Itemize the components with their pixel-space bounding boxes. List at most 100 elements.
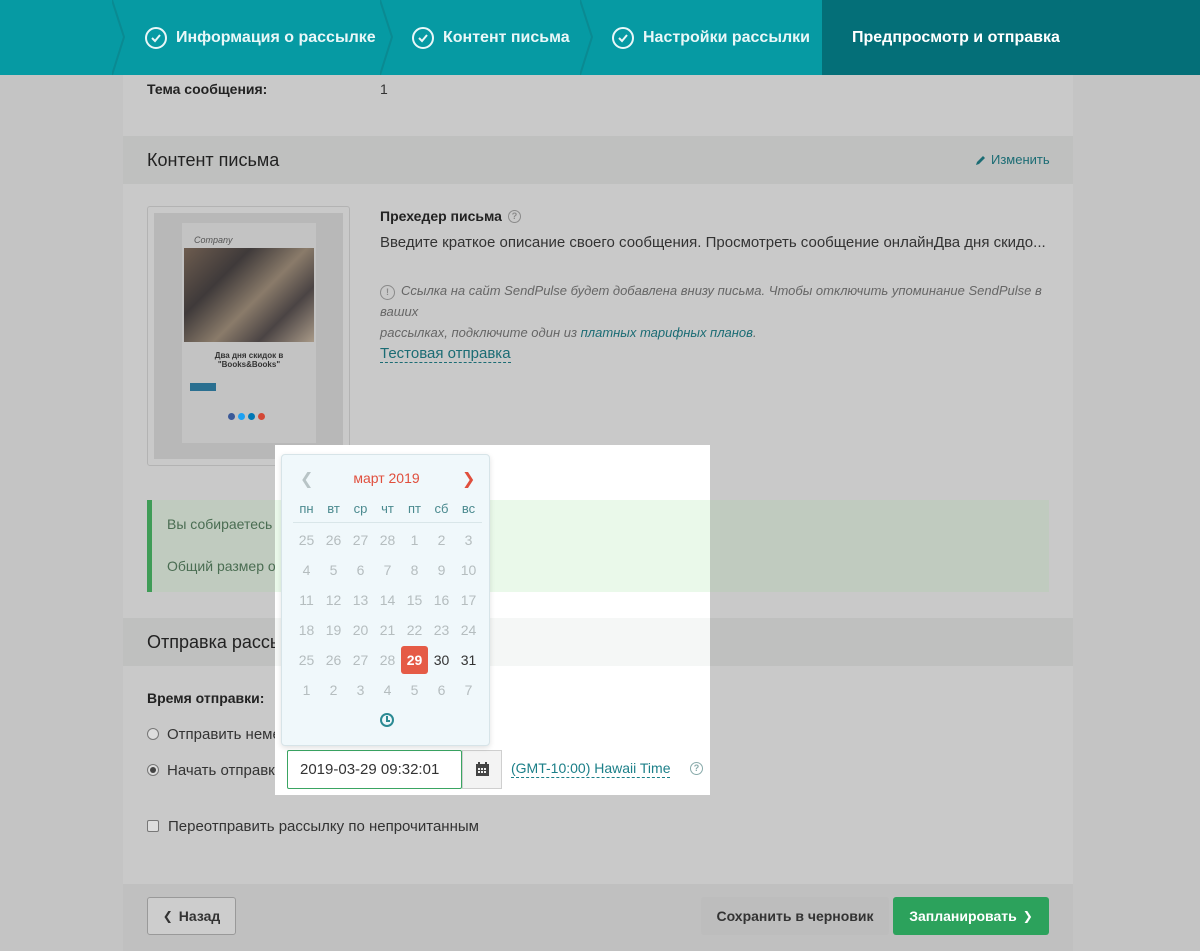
wizard-step-preview[interactable]: Предпросмотр и отправка bbox=[852, 0, 1060, 75]
resend-unread-label: Переотправить рассылку по непрочитанным bbox=[168, 818, 479, 835]
calendar-day: 17 bbox=[460, 592, 477, 608]
calendar-weekday: пт bbox=[408, 501, 421, 516]
schedule-radio[interactable] bbox=[147, 764, 159, 776]
clock-icon[interactable] bbox=[380, 713, 394, 727]
calendar-week-row: 4 5 6 7 8 9 10 bbox=[293, 555, 482, 585]
calendar-day: 26 bbox=[325, 532, 342, 548]
sendpulse-note: ! Ссылка на сайт SendPulse будет добавлен… bbox=[380, 283, 1042, 340]
calendar-day: 24 bbox=[460, 622, 477, 638]
calendar-day: 21 bbox=[379, 622, 396, 638]
calendar-icon bbox=[475, 762, 489, 776]
wizard-step-label: Настройки рассылки bbox=[643, 28, 810, 46]
calendar-day: 9 bbox=[437, 562, 446, 578]
chevron-left-icon: ❮ bbox=[162, 909, 173, 923]
calendar-day: 4 bbox=[302, 562, 311, 578]
preview-image bbox=[184, 248, 314, 342]
calendar-day: 10 bbox=[460, 562, 477, 578]
back-button[interactable]: ❮ Назад bbox=[147, 897, 236, 935]
calendar-day: 25 bbox=[298, 652, 315, 668]
calendar-day[interactable]: 30 bbox=[428, 645, 455, 675]
calendar-day[interactable]: 31 bbox=[455, 645, 482, 675]
send-time-label: Время отправки: bbox=[147, 690, 265, 706]
calendar-day: 26 bbox=[325, 652, 342, 668]
calendar-week-row: 11 12 13 14 15 16 17 bbox=[293, 585, 482, 615]
calendar-day: 7 bbox=[464, 682, 473, 698]
calendar-weekday: пн bbox=[299, 501, 314, 516]
help-icon[interactable]: ? bbox=[507, 209, 521, 223]
calendar-day: 27 bbox=[352, 532, 369, 548]
calendar-day: 13 bbox=[352, 592, 369, 608]
datepicker-popup: март 2019 ❮ ❯ пн вт ср чт пт сб вс 25 26 27 28 1 2 3 4… bbox=[281, 454, 490, 746]
calendar-week-row: 18 19 20 21 22 23 24 bbox=[293, 615, 482, 645]
info-icon: ! bbox=[380, 285, 395, 300]
save-draft-button[interactable]: Сохранить в черновик bbox=[701, 897, 889, 935]
email-preview-thumbnail[interactable]: Company Два дня скидок в "Books&Books" bbox=[147, 206, 350, 466]
schedule-button[interactable]: Запланировать ❯ bbox=[893, 897, 1049, 935]
calendar-day: 5 bbox=[329, 562, 338, 578]
preheader-text: Введите краткое описание своего сообщени… bbox=[380, 234, 1046, 251]
calendar-week-row: 1 2 3 4 5 6 7 bbox=[293, 675, 482, 705]
subject-label: Тема сообщения: bbox=[147, 81, 268, 97]
check-circle-icon bbox=[412, 26, 434, 49]
calendar-day: 1 bbox=[410, 532, 419, 548]
chevron-right-icon: ❯ bbox=[1022, 909, 1033, 923]
preview-button bbox=[190, 383, 216, 391]
calendar-day: 12 bbox=[325, 592, 342, 608]
wizard-step-content[interactable]: Контент письма bbox=[412, 0, 570, 75]
calendar-day: 2 bbox=[329, 682, 338, 698]
send-datetime-input[interactable] bbox=[287, 750, 462, 789]
calendar-day: 23 bbox=[433, 622, 450, 638]
notice-line-1: Вы собираетесь о bbox=[167, 516, 284, 532]
calendar-day: 20 bbox=[352, 622, 369, 638]
calendar-day: 28 bbox=[379, 652, 396, 668]
wizard-step-label: Предпросмотр и отправка bbox=[852, 28, 1060, 46]
chevron-separator bbox=[580, 0, 594, 75]
wizard-bar: Информация о рассылке Контент письма Нас… bbox=[0, 0, 1200, 75]
pencil-icon bbox=[976, 155, 985, 165]
calendar-day: 28 bbox=[379, 532, 396, 548]
send-section-title: Отправка рассы bbox=[147, 631, 283, 652]
calendar-grid: пн вт ср чт пт сб вс 25 26 27 28 1 2 3 4 5 6 7 8 9 10 11 12 13 1… bbox=[293, 495, 482, 705]
calendar-weekday: ср bbox=[353, 501, 368, 516]
wizard-step-settings[interactable]: Настройки рассылки bbox=[612, 0, 810, 75]
calendar-week-row: 25 26 27 28 1 2 3 bbox=[293, 525, 482, 555]
send-now-label: Отправить немед bbox=[167, 726, 290, 743]
calendar-day: 18 bbox=[298, 622, 315, 638]
timezone-help-icon[interactable]: ? bbox=[690, 762, 703, 775]
paid-plans-link[interactable]: платных тарифных планов bbox=[581, 325, 753, 340]
timezone-link[interactable]: (GMT-10:00) Hawaii Time bbox=[511, 760, 671, 778]
calendar-day: 3 bbox=[464, 532, 473, 548]
calendar-weekday: сб bbox=[434, 501, 449, 516]
edit-content-link[interactable]: Изменить bbox=[975, 152, 1050, 167]
calendar-day: 6 bbox=[437, 682, 446, 698]
calendar-day: 4 bbox=[383, 682, 392, 698]
test-send-link[interactable]: Тестовая отправка bbox=[380, 345, 511, 363]
calendar-day: 1 bbox=[302, 682, 311, 698]
calendar-day-selected[interactable]: 29 bbox=[401, 646, 428, 674]
next-month-icon[interactable]: ❯ bbox=[462, 469, 475, 489]
wizard-step-label: Контент письма bbox=[443, 28, 570, 46]
content-section-header: Контент письма bbox=[123, 136, 1073, 184]
chevron-separator bbox=[1070, 0, 1082, 75]
calendar-weekday: чт bbox=[381, 501, 394, 516]
calendar-day: 11 bbox=[299, 592, 314, 608]
preheader-label-row: Прехедер письма ? bbox=[380, 208, 521, 224]
preview-headline: Два дня скидок в "Books&Books" bbox=[214, 351, 284, 369]
resend-unread-checkbox[interactable] bbox=[147, 820, 159, 832]
schedule-label: Начать отправку bbox=[167, 762, 283, 779]
calendar-weekday: вт bbox=[327, 501, 340, 516]
calendar-weekday-row: пн вт ср чт пт сб вс bbox=[293, 495, 482, 523]
subject-value: 1 bbox=[380, 81, 388, 97]
prev-month-icon[interactable]: ❮ bbox=[300, 469, 313, 489]
calendar-day: 25 bbox=[298, 532, 315, 548]
wizard-step-info[interactable]: Информация о рассылке bbox=[145, 0, 376, 75]
send-now-radio[interactable] bbox=[147, 728, 159, 740]
chevron-separator bbox=[380, 0, 394, 75]
calendar-day: 15 bbox=[406, 592, 423, 608]
check-circle-icon bbox=[145, 26, 167, 49]
calendar-day: 7 bbox=[383, 562, 392, 578]
calendar-day: 27 bbox=[352, 652, 369, 668]
calendar-day: 2 bbox=[437, 532, 446, 548]
chevron-separator bbox=[112, 0, 126, 75]
calendar-button[interactable] bbox=[462, 750, 502, 789]
